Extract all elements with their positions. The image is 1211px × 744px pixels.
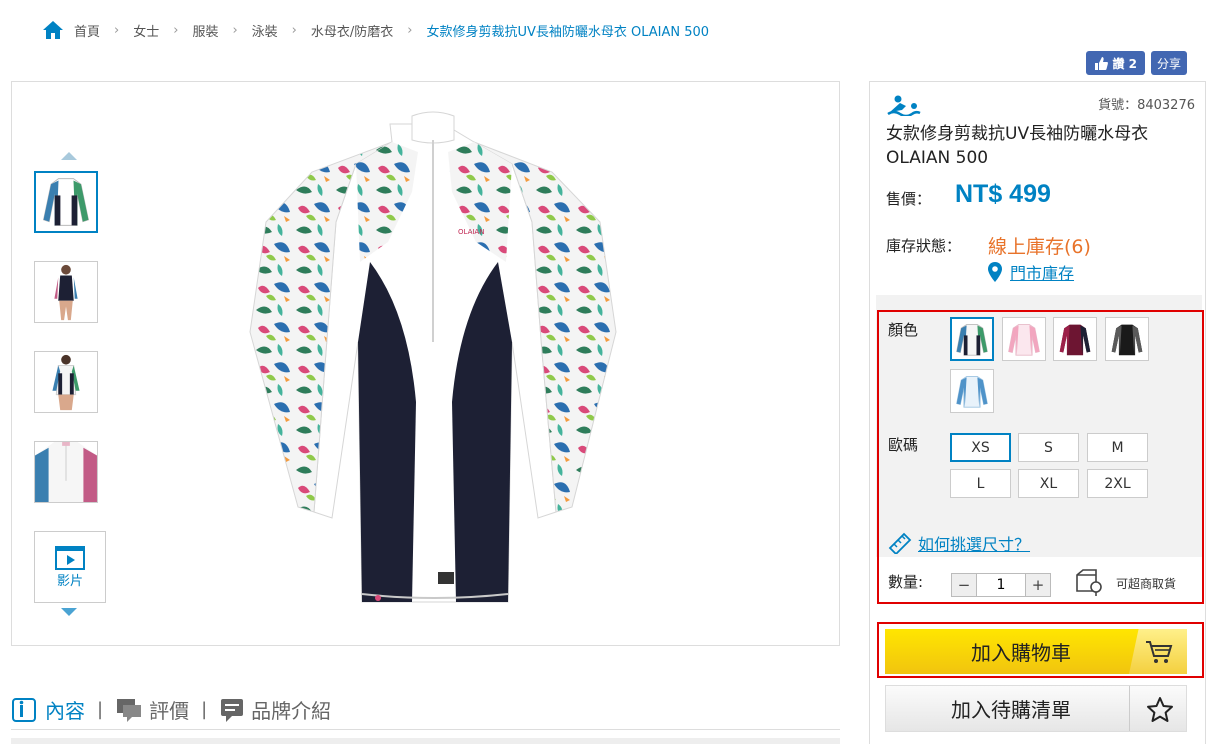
video-label: 影片 — [56, 573, 83, 589]
model-side-image — [35, 262, 97, 322]
chevron-right-icon: › — [114, 22, 120, 38]
fb-share-button[interactable]: 分享 — [1150, 51, 1187, 75]
store-stock-link[interactable]: 門市庫存 — [988, 260, 1074, 284]
price-label: 售價： — [886, 190, 932, 208]
breadcrumb-item-women[interactable]: 女士 — [133, 21, 159, 40]
brand-speech-icon — [221, 698, 244, 722]
video-thumbnail[interactable]: 影片 — [34, 531, 106, 603]
online-stock: 線上庫存(6) — [988, 236, 1091, 258]
add-to-wishlist-label: 加入待購清單 — [951, 698, 1071, 722]
thumbnail-4[interactable] — [34, 441, 98, 503]
product-price: NT$ 499 — [955, 180, 1051, 208]
product-gallery: 影片 OLAIAN — [11, 81, 840, 646]
model-back-image — [35, 352, 97, 412]
thumbnail-scroll-down-icon[interactable] — [61, 608, 77, 616]
fb-like-button[interactable]: 讚 2 — [1086, 51, 1145, 75]
store-stock-label: 門市庫存 — [1010, 264, 1075, 283]
breadcrumb: 首頁 › 女士 › 服裝 › 泳裝 › 水母衣/防磨衣 › 女款修身剪裁抗UV長… — [42, 18, 709, 42]
product-title: 女款修身剪裁抗UV長袖防曬水母衣 OLAIAN 500 — [886, 124, 1149, 168]
chevron-right-icon: › — [291, 22, 297, 38]
tab-brand[interactable]: 品牌介紹 — [219, 695, 331, 724]
svg-text:OLAIAN: OLAIAN — [458, 228, 484, 236]
home-icon[interactable] — [42, 20, 64, 40]
video-play-icon — [55, 545, 85, 570]
add-to-cart-button[interactable]: 加入購物車 — [885, 629, 1187, 674]
thumbnail-scroll-up-icon[interactable] — [61, 152, 77, 160]
location-pin-icon — [988, 262, 1002, 282]
thumbnail-1[interactable] — [34, 171, 98, 233]
tab-content-label: 內容 — [45, 699, 85, 723]
breadcrumb-current: 女款修身剪裁抗UV長袖防曬水母衣 OLAIAN 500 — [426, 24, 710, 40]
breadcrumb-item-clothing[interactable]: 服裝 — [192, 21, 218, 40]
thumbnail-2[interactable] — [34, 261, 98, 323]
breadcrumb-item-swimwear[interactable]: 泳裝 — [252, 21, 278, 40]
shirt-front-image — [43, 178, 89, 226]
shopping-cart-icon — [1146, 641, 1173, 663]
thumbnail-3[interactable] — [34, 351, 98, 413]
thumbs-up-icon — [1095, 56, 1109, 70]
tab-content[interactable]: 內容 — [11, 695, 85, 724]
breadcrumb-item-home[interactable]: 首頁 — [74, 21, 100, 40]
fb-like-label: 讚 2 — [1112, 56, 1137, 71]
tab-reviews-label: 評價 — [149, 699, 190, 723]
sku-number: 貨號：8403276 — [1098, 98, 1195, 113]
add-to-cart-label: 加入購物車 — [971, 641, 1071, 665]
add-to-wishlist-button[interactable]: 加入待購清單 — [885, 685, 1187, 732]
chevron-right-icon: › — [232, 22, 238, 38]
tab-divider: | — [201, 699, 208, 720]
product-tabs: 內容 | 評價 | 品牌介紹 — [11, 690, 840, 730]
options-highlight-frame — [877, 310, 1204, 604]
breadcrumb-item-rashguard[interactable]: 水母衣/防磨衣 — [311, 21, 393, 40]
wishlist-button-divider — [1129, 686, 1130, 731]
tab-reviews[interactable]: 評價 — [115, 695, 189, 724]
shirt-closeup-image — [35, 442, 97, 502]
star-icon — [1147, 697, 1173, 722]
stock-status-label: 庫存狀態： — [886, 237, 962, 255]
tab-brand-label: 品牌介紹 — [251, 699, 332, 723]
content-area-edge — [11, 738, 840, 744]
info-book-icon — [12, 697, 36, 722]
tab-divider: | — [97, 699, 104, 720]
chat-icon — [117, 698, 142, 722]
social-buttons: 讚 2 分享 — [1086, 51, 1187, 75]
chevron-right-icon: › — [407, 22, 413, 38]
chevron-right-icon: › — [173, 22, 179, 38]
swimming-sport-icon — [887, 95, 921, 116]
product-main-image: OLAIAN — [249, 111, 617, 603]
